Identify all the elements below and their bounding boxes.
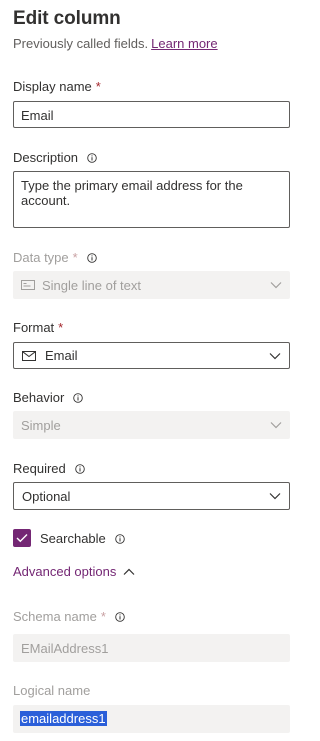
- data-type-select: Single line of text: [13, 271, 290, 299]
- logical-name-input[interactable]: emailaddress1: [13, 705, 290, 733]
- data-type-value: Single line of text: [42, 277, 142, 293]
- description-value: Type the primary email address for the a…: [21, 178, 243, 208]
- panel-title: Edit column: [13, 8, 121, 29]
- display-name-input[interactable]: Email: [13, 101, 290, 128]
- required-label-text: Required: [13, 461, 66, 476]
- info-icon[interactable]: [87, 152, 97, 163]
- learn-more-link[interactable]: Learn more: [151, 36, 217, 51]
- info-icon[interactable]: [75, 463, 85, 474]
- info-icon[interactable]: [73, 392, 84, 403]
- chevron-up-icon: [123, 568, 135, 575]
- required-asterisk: *: [72, 250, 78, 265]
- required-asterisk: *: [95, 79, 101, 94]
- schema-name-label-text: Schema name: [13, 609, 97, 624]
- behavior-label: Behavior: [13, 390, 84, 405]
- display-name-label-text: Display name: [13, 79, 92, 94]
- schema-name-label: Schema name *: [13, 609, 125, 624]
- description-label: Description: [13, 150, 97, 165]
- format-select[interactable]: Email: [13, 342, 290, 369]
- checkmark-icon: [16, 534, 28, 543]
- chevron-down-icon: [269, 493, 281, 500]
- behavior-label-text: Behavior: [13, 390, 65, 405]
- mail-icon: [22, 350, 36, 361]
- chevron-down-icon: [270, 282, 282, 289]
- info-icon[interactable]: [115, 611, 125, 622]
- schema-name-value: EMailAddress1: [21, 641, 109, 656]
- required-select[interactable]: Optional: [13, 482, 290, 510]
- format-label: Format *: [13, 320, 63, 335]
- description-textarea[interactable]: Type the primary email address for the a…: [13, 171, 290, 228]
- searchable-label: Searchable: [40, 531, 125, 546]
- required-asterisk: *: [58, 320, 64, 335]
- panel-subtitle: Previously called fields. Learn more: [13, 36, 218, 51]
- data-type-label: Data type *: [13, 250, 97, 265]
- logical-name-value: emailaddress1: [20, 711, 107, 726]
- format-label-text: Format: [13, 320, 55, 335]
- required-asterisk: *: [100, 609, 106, 624]
- advanced-options-label: Advanced options: [13, 564, 117, 579]
- description-label-text: Description: [13, 150, 79, 165]
- format-value: Email: [45, 348, 78, 363]
- schema-name-input: EMailAddress1: [13, 634, 290, 662]
- info-icon[interactable]: [115, 533, 125, 544]
- advanced-options-toggle[interactable]: Advanced options: [13, 564, 135, 579]
- chevron-down-icon: [270, 422, 282, 429]
- logical-name-label-text: Logical name: [13, 683, 91, 698]
- display-name-label: Display name *: [13, 79, 101, 94]
- display-name-value: Email: [21, 108, 54, 123]
- text-line-icon: [21, 280, 35, 290]
- data-type-label-text: Data type: [13, 250, 69, 265]
- behavior-value: Simple: [21, 417, 61, 433]
- required-label: Required: [13, 461, 85, 476]
- subtitle-text: Previously called fields.: [13, 36, 149, 51]
- searchable-checkbox[interactable]: [13, 529, 31, 547]
- info-icon[interactable]: [86, 252, 97, 263]
- searchable-label-text: Searchable: [40, 531, 106, 546]
- behavior-select: Simple: [13, 411, 290, 439]
- logical-name-label: Logical name: [13, 683, 90, 698]
- required-value: Optional: [22, 488, 71, 504]
- chevron-down-icon: [269, 352, 281, 359]
